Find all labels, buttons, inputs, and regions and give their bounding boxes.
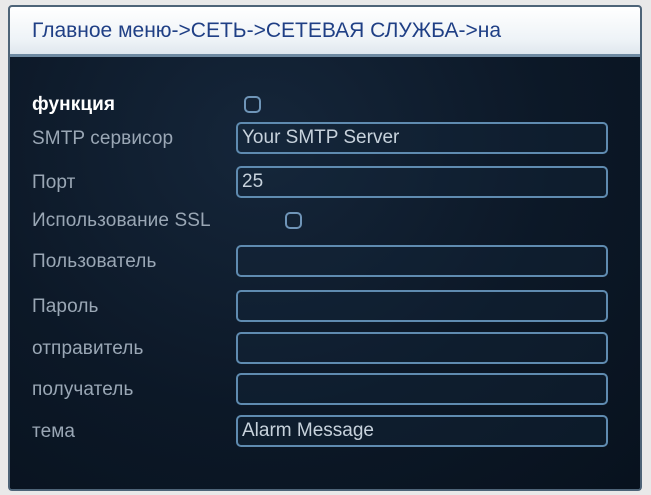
breadcrumb-title: Главное меню->СЕТЬ->СЕТЕВАЯ СЛУЖБА->на <box>32 19 501 42</box>
function-checkbox[interactable] <box>244 96 261 113</box>
subject-row: тема Alarm Message <box>10 415 640 451</box>
ssl-checkbox[interactable] <box>285 212 302 229</box>
password-input[interactable] <box>236 290 608 322</box>
ssl-row: Использование SSL <box>10 204 640 240</box>
user-input[interactable] <box>236 245 608 277</box>
sender-label: отправитель <box>32 338 144 359</box>
subject-label: тема <box>32 421 76 442</box>
function-label: функция <box>32 94 116 115</box>
smtp-server-label: SMTP сервисор <box>32 128 174 149</box>
port-row: Порт 25 <box>10 166 640 202</box>
port-label: Порт <box>32 172 76 193</box>
function-row: функция <box>10 88 640 124</box>
subject-input[interactable]: Alarm Message <box>236 415 608 447</box>
password-row: Пароль <box>10 290 640 326</box>
email-settings-dialog: Главное меню->СЕТЬ->СЕТЕВАЯ СЛУЖБА->на ф… <box>8 5 642 491</box>
recipient-label: получатель <box>32 379 134 400</box>
smtp-server-input[interactable]: Your SMTP Server <box>236 122 608 154</box>
port-input[interactable]: 25 <box>236 166 608 198</box>
settings-panel: функция SMTP сервисор Your SMTP Server П… <box>10 57 640 489</box>
smtp-server-row: SMTP сервисор Your SMTP Server <box>10 122 640 158</box>
title-bar: Главное меню->СЕТЬ->СЕТЕВАЯ СЛУЖБА->на <box>10 7 640 57</box>
ssl-label: Использование SSL <box>32 210 211 231</box>
password-label: Пароль <box>32 296 99 317</box>
recipient-row: получатель <box>10 373 640 409</box>
recipient-input[interactable] <box>236 373 608 405</box>
sender-input[interactable] <box>236 332 608 364</box>
sender-row: отправитель <box>10 332 640 368</box>
user-label: Пользователь <box>32 251 157 272</box>
user-row: Пользователь <box>10 245 640 281</box>
